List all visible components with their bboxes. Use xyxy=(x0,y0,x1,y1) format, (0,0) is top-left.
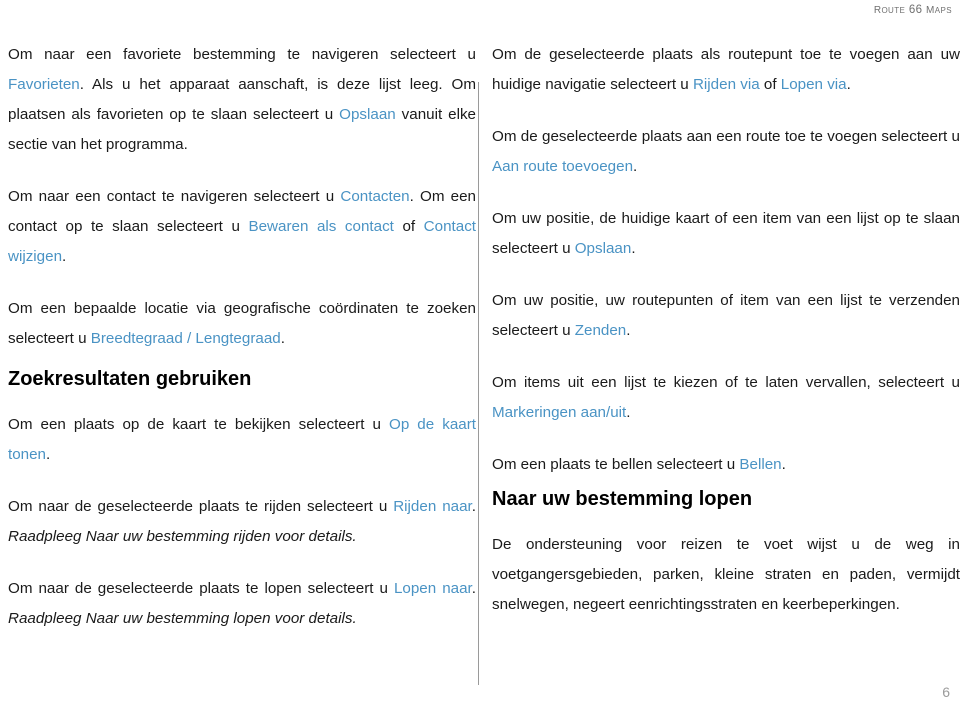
paragraph-opslaan: Om uw positie, de huidige kaart of een i… xyxy=(492,204,960,264)
body-text: . xyxy=(46,446,51,463)
ui-term-link[interactable]: Lopen naar xyxy=(394,580,472,597)
paragraph-favorieten: Om naar een favoriete bestemming te navi… xyxy=(8,40,476,160)
ui-term-link[interactable]: Favorieten xyxy=(8,76,80,93)
paragraph-bellen: Om een plaats te bellen selecteert u Bel… xyxy=(492,450,960,480)
right-column-paragraphs: Om de geselecteerde plaats als routepunt… xyxy=(492,40,960,480)
body-text: of xyxy=(393,218,424,235)
column-divider xyxy=(478,82,479,685)
left-column-paragraphs: Om naar een favoriete bestemming te navi… xyxy=(8,40,476,354)
right-section-heading: Naar uw bestemming lopen xyxy=(492,488,753,510)
body-text: Om de geselecteerde plaats aan een route… xyxy=(492,128,960,145)
paragraph-markeringen: Om items uit een lijst te kiezen of te l… xyxy=(492,368,960,428)
body-text: . xyxy=(471,498,476,515)
body-text: Om naar de geselecteerde plaats te lopen… xyxy=(8,580,394,597)
paragraph-aan-route-toevoegen: Om de geselecteerde plaats aan een route… xyxy=(492,122,960,182)
paragraph-lopen-beschrijving: De ondersteuning voor reizen te voet wij… xyxy=(492,530,960,620)
page-header: ROUTE 66 MAPS xyxy=(0,0,960,22)
body-text: of xyxy=(759,76,781,93)
body-text: Om naar een favoriete bestemming te navi… xyxy=(8,46,476,63)
ui-term-link[interactable]: Contacten xyxy=(340,188,409,205)
header-title-part-3: M xyxy=(926,1,935,17)
body-text: . xyxy=(631,240,636,257)
body-text: . xyxy=(626,322,631,339)
left-column-paragraphs-after-heading: Om een plaats op de kaart te bekijken se… xyxy=(8,410,476,634)
body-text: . xyxy=(781,456,786,473)
left-column: Om naar een favoriete bestemming te navi… xyxy=(8,40,476,634)
body-text: Om naar de geselecteerde plaats te rijde… xyxy=(8,498,394,515)
page-number: 6 xyxy=(942,684,950,700)
ui-term-link[interactable]: Bellen xyxy=(739,456,781,473)
page-footer: 6 xyxy=(0,684,960,708)
right-column: Om de geselecteerde plaats als routepunt… xyxy=(492,40,960,620)
left-section-heading: Zoekresultaten gebruiken xyxy=(8,368,252,390)
paragraph-contacten: Om naar een contact te navigeren selecte… xyxy=(8,182,476,272)
body-text: . xyxy=(846,76,851,93)
ui-term-link[interactable]: Aan route toevoegen xyxy=(492,158,633,175)
paragraph-lopen-naar: Om naar de geselecteerde plaats te lopen… xyxy=(8,574,476,634)
paragraph-op-de-kaart-tonen: Om een plaats op de kaart te bekijken se… xyxy=(8,410,476,470)
ui-term-link[interactable]: Opslaan xyxy=(575,240,632,257)
ui-term-link[interactable]: Opslaan xyxy=(339,106,396,123)
ui-term-link[interactable]: Zenden xyxy=(575,322,627,339)
ui-term-link[interactable]: Rijden naar xyxy=(393,498,472,515)
body-text: Om naar een contact te navigeren selecte… xyxy=(8,188,341,205)
paragraph-routepunt: Om de geselecteerde plaats als routepunt… xyxy=(492,40,960,100)
paragraph-zenden: Om uw positie, uw routepunten of item va… xyxy=(492,286,960,346)
body-text: . xyxy=(633,158,638,175)
ui-term-link[interactable]: Rijden via xyxy=(693,76,760,93)
paragraph-coordinaten: Om een bepaalde locatie via geografische… xyxy=(8,294,476,354)
cross-reference-text: Raadpleeg Naar uw bestemming lopen voor … xyxy=(8,610,357,627)
cross-reference-text: Raadpleeg Naar uw bestemming rijden voor… xyxy=(8,528,357,545)
document-body: Om naar een favoriete bestemming te navi… xyxy=(0,40,960,685)
paragraph-rijden-naar: Om naar de geselecteerde plaats te rijde… xyxy=(8,492,476,552)
ui-term-link[interactable]: Bewaren als contact xyxy=(248,218,393,235)
header-title-part-4: APS xyxy=(934,4,952,16)
body-text: Om uw positie, de huidige kaart of een i… xyxy=(492,210,960,257)
body-text: . xyxy=(62,248,67,265)
body-text: Om items uit een lijst te kiezen of te l… xyxy=(492,374,960,391)
ui-term-link[interactable]: Markeringen aan/uit xyxy=(492,404,626,421)
header-title: ROUTE 66 MAPS xyxy=(874,1,952,17)
ui-term-link[interactable]: Breedtegraad / Lengtegraad xyxy=(91,330,281,347)
body-text: . xyxy=(471,580,476,597)
ui-term-link[interactable]: Lopen via xyxy=(781,76,847,93)
body-text: De ondersteuning voor reizen te voet wij… xyxy=(492,536,960,613)
body-text: . xyxy=(280,330,285,347)
body-text: . xyxy=(626,404,631,421)
header-title-part-2: OUTE 66 xyxy=(881,4,927,16)
right-column-paragraphs-after-heading: De ondersteuning voor reizen te voet wij… xyxy=(492,530,960,620)
body-text: Om een plaats te bellen selecteert u xyxy=(492,456,740,473)
body-text: Om uw positie, uw routepunten of item va… xyxy=(492,292,960,339)
body-text: Om een plaats op de kaart te bekijken se… xyxy=(8,416,389,433)
